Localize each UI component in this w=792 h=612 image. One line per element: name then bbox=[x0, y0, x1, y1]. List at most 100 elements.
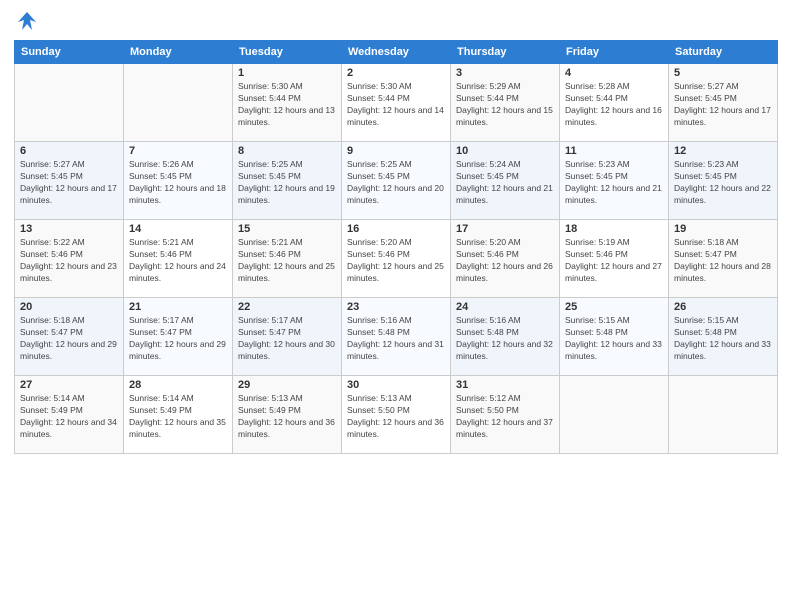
day-number: 26 bbox=[674, 301, 772, 313]
calendar-cell: 12Sunrise: 5:23 AMSunset: 5:45 PMDayligh… bbox=[669, 142, 778, 220]
day-info: Sunrise: 5:21 AMSunset: 5:46 PMDaylight:… bbox=[238, 237, 336, 285]
day-number: 30 bbox=[347, 379, 445, 391]
calendar-cell bbox=[124, 64, 233, 142]
day-info: Sunrise: 5:16 AMSunset: 5:48 PMDaylight:… bbox=[347, 315, 445, 363]
day-info: Sunrise: 5:18 AMSunset: 5:47 PMDaylight:… bbox=[674, 237, 772, 285]
calendar-day-header: Saturday bbox=[669, 41, 778, 64]
day-info: Sunrise: 5:23 AMSunset: 5:45 PMDaylight:… bbox=[565, 159, 663, 207]
day-info: Sunrise: 5:30 AMSunset: 5:44 PMDaylight:… bbox=[238, 81, 336, 129]
calendar-cell: 29 Sunrise: 5:13 AMSunset: 5:49 PMDayligh… bbox=[233, 376, 342, 454]
calendar-cell bbox=[560, 376, 669, 454]
day-info: Sunrise: 5:13 AMSunset: 5:49 PMDaylight:… bbox=[238, 393, 336, 441]
calendar-cell: 31 Sunrise: 5:12 AMSunset: 5:50 PMDayligh… bbox=[451, 376, 560, 454]
calendar-day-header: Tuesday bbox=[233, 41, 342, 64]
calendar-cell bbox=[15, 64, 124, 142]
calendar-week-row: 20 Sunrise: 5:18 AMSunset: 5:47 PMDayligh… bbox=[15, 298, 778, 376]
day-number: 12 bbox=[674, 145, 772, 157]
day-number: 20 bbox=[20, 301, 118, 313]
day-info: Sunrise: 5:13 AMSunset: 5:50 PMDaylight:… bbox=[347, 393, 445, 441]
page: SundayMondayTuesdayWednesdayThursdayFrid… bbox=[0, 0, 792, 612]
day-info: Sunrise: 5:29 AMSunset: 5:44 PMDaylight:… bbox=[456, 81, 554, 129]
calendar-cell: 3 Sunrise: 5:29 AMSunset: 5:44 PMDaylight… bbox=[451, 64, 560, 142]
day-info: Sunrise: 5:17 AMSunset: 5:47 PMDaylight:… bbox=[238, 315, 336, 363]
calendar-cell: 30 Sunrise: 5:13 AMSunset: 5:50 PMDayligh… bbox=[342, 376, 451, 454]
calendar-day-header: Sunday bbox=[15, 41, 124, 64]
calendar-cell: 17 Sunrise: 5:20 AMSunset: 5:46 PMDayligh… bbox=[451, 220, 560, 298]
day-number: 19 bbox=[674, 223, 772, 235]
day-number: 17 bbox=[456, 223, 554, 235]
calendar-day-header: Monday bbox=[124, 41, 233, 64]
calendar-day-header: Friday bbox=[560, 41, 669, 64]
calendar-cell: 15 Sunrise: 5:21 AMSunset: 5:46 PMDayligh… bbox=[233, 220, 342, 298]
logo bbox=[14, 10, 38, 32]
day-number: 14 bbox=[129, 223, 227, 235]
day-number: 10 bbox=[456, 145, 554, 157]
day-info: Sunrise: 5:15 AMSunset: 5:48 PMDaylight:… bbox=[565, 315, 663, 363]
calendar-cell: 14 Sunrise: 5:21 AMSunset: 5:46 PMDayligh… bbox=[124, 220, 233, 298]
calendar-cell: 1Sunrise: 5:30 AMSunset: 5:44 PMDaylight… bbox=[233, 64, 342, 142]
day-number: 27 bbox=[20, 379, 118, 391]
calendar-cell: 25Sunrise: 5:15 AMSunset: 5:48 PMDayligh… bbox=[560, 298, 669, 376]
day-number: 29 bbox=[238, 379, 336, 391]
calendar-day-header: Wednesday bbox=[342, 41, 451, 64]
header bbox=[14, 10, 778, 32]
calendar-week-row: 27 Sunrise: 5:14 AMSunset: 5:49 PMDayligh… bbox=[15, 376, 778, 454]
day-number: 21 bbox=[129, 301, 227, 313]
day-info: Sunrise: 5:24 AMSunset: 5:45 PMDaylight:… bbox=[456, 159, 554, 207]
calendar-cell: 16 Sunrise: 5:20 AMSunset: 5:46 PMDayligh… bbox=[342, 220, 451, 298]
calendar-cell: 20 Sunrise: 5:18 AMSunset: 5:47 PMDayligh… bbox=[15, 298, 124, 376]
calendar-cell: 23 Sunrise: 5:16 AMSunset: 5:48 PMDayligh… bbox=[342, 298, 451, 376]
calendar-cell: 2 Sunrise: 5:30 AMSunset: 5:44 PMDaylight… bbox=[342, 64, 451, 142]
day-info: Sunrise: 5:26 AMSunset: 5:45 PMDaylight:… bbox=[129, 159, 227, 207]
calendar-cell: 21 Sunrise: 5:17 AMSunset: 5:47 PMDayligh… bbox=[124, 298, 233, 376]
calendar-cell: 7 Sunrise: 5:26 AMSunset: 5:45 PMDaylight… bbox=[124, 142, 233, 220]
day-info: Sunrise: 5:25 AMSunset: 5:45 PMDaylight:… bbox=[238, 159, 336, 207]
calendar-week-row: 6Sunrise: 5:27 AMSunset: 5:45 PMDaylight… bbox=[15, 142, 778, 220]
day-number: 9 bbox=[347, 145, 445, 157]
day-info: Sunrise: 5:27 AMSunset: 5:45 PMDaylight:… bbox=[674, 81, 772, 129]
day-number: 5 bbox=[674, 67, 772, 79]
day-number: 31 bbox=[456, 379, 554, 391]
day-info: Sunrise: 5:21 AMSunset: 5:46 PMDaylight:… bbox=[129, 237, 227, 285]
day-info: Sunrise: 5:20 AMSunset: 5:46 PMDaylight:… bbox=[347, 237, 445, 285]
day-info: Sunrise: 5:12 AMSunset: 5:50 PMDaylight:… bbox=[456, 393, 554, 441]
day-number: 18 bbox=[565, 223, 663, 235]
calendar-cell: 6Sunrise: 5:27 AMSunset: 5:45 PMDaylight… bbox=[15, 142, 124, 220]
calendar-header-row: SundayMondayTuesdayWednesdayThursdayFrid… bbox=[15, 41, 778, 64]
calendar-cell: 8Sunrise: 5:25 AMSunset: 5:45 PMDaylight… bbox=[233, 142, 342, 220]
day-info: Sunrise: 5:18 AMSunset: 5:47 PMDaylight:… bbox=[20, 315, 118, 363]
day-info: Sunrise: 5:15 AMSunset: 5:48 PMDaylight:… bbox=[674, 315, 772, 363]
day-number: 16 bbox=[347, 223, 445, 235]
calendar-cell: 10 Sunrise: 5:24 AMSunset: 5:45 PMDayligh… bbox=[451, 142, 560, 220]
calendar-day-header: Thursday bbox=[451, 41, 560, 64]
logo-bird-icon bbox=[16, 10, 38, 32]
day-number: 7 bbox=[129, 145, 227, 157]
day-number: 4 bbox=[565, 67, 663, 79]
day-number: 13 bbox=[20, 223, 118, 235]
day-number: 15 bbox=[238, 223, 336, 235]
day-number: 3 bbox=[456, 67, 554, 79]
calendar-cell: 5 Sunrise: 5:27 AMSunset: 5:45 PMDaylight… bbox=[669, 64, 778, 142]
calendar-cell: 22 Sunrise: 5:17 AMSunset: 5:47 PMDayligh… bbox=[233, 298, 342, 376]
day-number: 6 bbox=[20, 145, 118, 157]
day-number: 24 bbox=[456, 301, 554, 313]
day-info: Sunrise: 5:30 AMSunset: 5:44 PMDaylight:… bbox=[347, 81, 445, 129]
calendar-week-row: 13Sunrise: 5:22 AMSunset: 5:46 PMDayligh… bbox=[15, 220, 778, 298]
calendar-cell bbox=[669, 376, 778, 454]
calendar-cell: 4Sunrise: 5:28 AMSunset: 5:44 PMDaylight… bbox=[560, 64, 669, 142]
day-info: Sunrise: 5:16 AMSunset: 5:48 PMDaylight:… bbox=[456, 315, 554, 363]
calendar-cell: 11 Sunrise: 5:23 AMSunset: 5:45 PMDayligh… bbox=[560, 142, 669, 220]
calendar-week-row: 1Sunrise: 5:30 AMSunset: 5:44 PMDaylight… bbox=[15, 64, 778, 142]
calendar-cell: 18Sunrise: 5:19 AMSunset: 5:46 PMDayligh… bbox=[560, 220, 669, 298]
day-number: 23 bbox=[347, 301, 445, 313]
day-info: Sunrise: 5:17 AMSunset: 5:47 PMDaylight:… bbox=[129, 315, 227, 363]
calendar-cell: 19 Sunrise: 5:18 AMSunset: 5:47 PMDayligh… bbox=[669, 220, 778, 298]
calendar-cell: 26 Sunrise: 5:15 AMSunset: 5:48 PMDayligh… bbox=[669, 298, 778, 376]
day-number: 11 bbox=[565, 145, 663, 157]
calendar-table: SundayMondayTuesdayWednesdayThursdayFrid… bbox=[14, 40, 778, 454]
day-info: Sunrise: 5:20 AMSunset: 5:46 PMDaylight:… bbox=[456, 237, 554, 285]
day-number: 2 bbox=[347, 67, 445, 79]
day-number: 22 bbox=[238, 301, 336, 313]
calendar-cell: 13Sunrise: 5:22 AMSunset: 5:46 PMDayligh… bbox=[15, 220, 124, 298]
day-info: Sunrise: 5:14 AMSunset: 5:49 PMDaylight:… bbox=[129, 393, 227, 441]
